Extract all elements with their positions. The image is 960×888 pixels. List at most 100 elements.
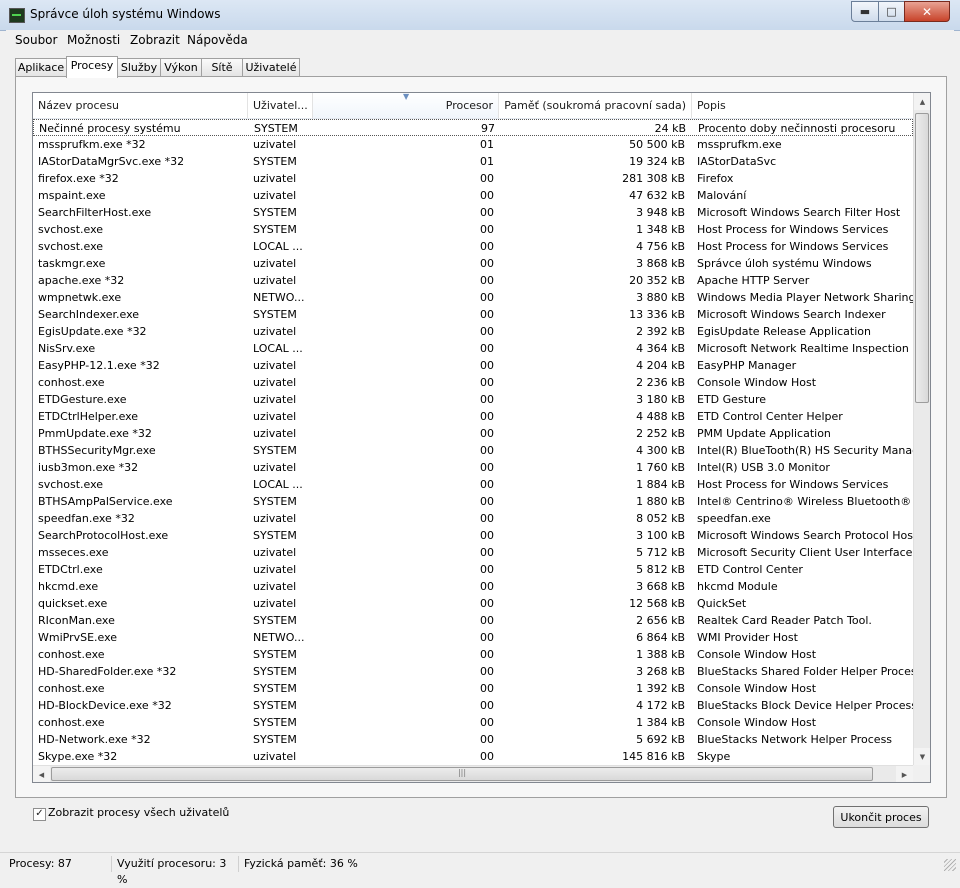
table-row[interactable]: svchost.exe SYSTEM 00 1 348 kB Host Process … <box>33 221 913 238</box>
table-row[interactable]: SearchIndexer.exe SYSTEM 00 13 336 kB Micros… <box>33 306 913 323</box>
process-user: LOCAL ... <box>253 342 303 355</box>
process-memory: 2 252 kB <box>636 427 685 440</box>
process-cpu: 01 <box>480 155 494 168</box>
table-row[interactable]: ETDGesture.exe uzivatel 00 3 180 kB ETD Gest… <box>33 391 913 408</box>
process-user: uzivatel <box>253 461 297 474</box>
process-cpu: 00 <box>480 223 494 236</box>
status-process-count: Procesy: 87 <box>6 856 112 872</box>
close-button[interactable]: ✕ <box>904 1 950 22</box>
show-all-users-checkbox[interactable]: ✓ <box>33 808 46 821</box>
process-name: svchost.exe <box>38 478 104 491</box>
process-user: LOCAL ... <box>253 478 303 491</box>
process-cpu: 00 <box>480 682 494 695</box>
process-cpu: 00 <box>480 563 494 576</box>
process-description: EasyPHP Manager <box>697 359 797 372</box>
process-cpu: 00 <box>480 716 494 729</box>
process-memory: 3 948 kB <box>636 206 685 219</box>
process-memory: 47 632 kB <box>629 189 685 202</box>
table-row[interactable]: EasyPHP-12.1.exe *32 uzivatel 00 4 204 kB Ea… <box>33 357 913 374</box>
scroll-down-icon[interactable]: ▼ <box>914 748 930 765</box>
table-row[interactable]: svchost.exe LOCAL ... 00 4 756 kB Host Proce… <box>33 238 913 255</box>
tab-services[interactable]: Služby <box>117 58 161 77</box>
process-user: uzivatel <box>253 189 297 202</box>
table-row[interactable]: SearchFilterHost.exe SYSTEM 00 3 948 kB Micr… <box>33 204 913 221</box>
tab-applications[interactable]: Aplikace <box>15 58 67 77</box>
vertical-scrollbar[interactable]: ▲ ▼ <box>913 93 930 765</box>
maximize-button[interactable]: □ <box>878 1 905 22</box>
process-memory: 5 712 kB <box>636 546 685 559</box>
tab-performance[interactable]: Výkon <box>160 58 202 77</box>
table-row[interactable]: conhost.exe SYSTEM 00 1 388 kB Console Windo… <box>33 646 913 663</box>
menu-view[interactable]: Zobrazit <box>130 33 180 47</box>
table-row[interactable]: Nečinné procesy systému SYSTEM 97 24 kB Proc… <box>33 119 913 136</box>
table-row[interactable]: RIconMan.exe SYSTEM 00 2 656 kB Realtek Card… <box>33 612 913 629</box>
table-row[interactable]: apache.exe *32 uzivatel 00 20 352 kB Apache … <box>33 272 913 289</box>
table-row[interactable]: BTHSAmpPalService.exe SYSTEM 00 1 880 kB Int… <box>33 493 913 510</box>
process-user: SYSTEM <box>254 122 298 135</box>
process-memory: 2 392 kB <box>636 325 685 338</box>
menu-file[interactable]: Soubor <box>15 33 57 47</box>
tab-users[interactable]: Uživatelé <box>242 58 300 77</box>
process-description: speedfan.exe <box>697 512 771 525</box>
show-all-users-label[interactable]: Zobrazit procesy všech uživatelů <box>48 806 229 819</box>
vertical-scroll-thumb[interactable] <box>915 113 929 403</box>
table-row[interactable]: wmpnetwk.exe NETWO... 00 3 880 kB Windows Me… <box>33 289 913 306</box>
process-description: Intel(R) USB 3.0 Monitor <box>697 461 830 474</box>
process-user: uzivatel <box>253 359 297 372</box>
process-name: conhost.exe <box>38 682 105 695</box>
process-name: mspaint.exe <box>38 189 106 202</box>
scroll-up-icon[interactable]: ▲ <box>914 93 930 110</box>
table-row[interactable]: PmmUpdate.exe *32 uzivatel 00 2 252 kB PMM U… <box>33 425 913 442</box>
tab-networking[interactable]: Sítě <box>201 58 243 77</box>
horizontal-scroll-thumb[interactable]: ||| <box>51 767 873 781</box>
table-row[interactable]: firefox.exe *32 uzivatel 00 281 308 kB Firef… <box>33 170 913 187</box>
table-row[interactable]: IAStorDataMgrSvc.exe *32 SYSTEM 01 19 324 k… <box>33 153 913 170</box>
column-cpu[interactable]: ▼ Procesor <box>313 93 499 118</box>
column-user[interactable]: Uživatel... <box>248 93 313 118</box>
process-list[interactable]: Název procesu Uživatel... ▼ Procesor Pam… <box>32 92 931 783</box>
column-description[interactable]: Popis <box>692 93 913 118</box>
table-row[interactable]: mspaint.exe uzivatel 00 47 632 kB Malování <box>33 187 913 204</box>
table-row[interactable]: NisSrv.exe LOCAL ... 00 4 364 kB Microsoft N… <box>33 340 913 357</box>
table-row[interactable]: HD-BlockDevice.exe *32 SYSTEM 00 4 172 kB Bl… <box>33 697 913 714</box>
process-cpu: 00 <box>480 172 494 185</box>
table-row[interactable]: SearchProtocolHost.exe SYSTEM 00 3 100 kB Mi… <box>33 527 913 544</box>
table-row[interactable]: taskmgr.exe uzivatel 00 3 868 kB Správce úlo… <box>33 255 913 272</box>
table-row[interactable]: conhost.exe SYSTEM 00 1 384 kB Console Windo… <box>33 714 913 731</box>
table-row[interactable]: speedfan.exe *32 uzivatel 00 8 052 kB speedf… <box>33 510 913 527</box>
scroll-right-icon[interactable]: ▶ <box>896 766 913 782</box>
table-row[interactable]: svchost.exe LOCAL ... 00 1 884 kB Host Proce… <box>33 476 913 493</box>
table-row[interactable]: HD-SharedFolder.exe *32 SYSTEM 00 3 268 kB B… <box>33 663 913 680</box>
process-name: IAStorDataMgrSvc.exe *32 <box>38 155 185 168</box>
table-row[interactable]: BTHSSecurityMgr.exe SYSTEM 00 4 300 kB Intel… <box>33 442 913 459</box>
menu-options[interactable]: Možnosti <box>67 33 120 47</box>
menu-help[interactable]: Nápověda <box>187 33 248 47</box>
table-row[interactable]: iusb3mon.exe *32 uzivatel 00 1 760 kB Intel(… <box>33 459 913 476</box>
resize-grip-icon[interactable] <box>944 859 956 871</box>
process-memory: 4 488 kB <box>636 410 685 423</box>
end-process-button[interactable]: Ukončit proces <box>833 806 929 828</box>
table-row[interactable]: conhost.exe uzivatel 00 2 236 kB Console Win… <box>33 374 913 391</box>
horizontal-scrollbar[interactable]: ◀ ||| ▶ <box>33 765 913 782</box>
process-description: Console Window Host <box>697 716 817 729</box>
table-row[interactable]: mssprufkm.exe *32 uzivatel 01 50 500 kB mssp… <box>33 136 913 153</box>
minimize-button[interactable]: ▬ <box>851 1 879 22</box>
process-user: SYSTEM <box>253 308 297 321</box>
table-row[interactable]: hkcmd.exe uzivatel 00 3 668 kB hkcmd Module <box>33 578 913 595</box>
table-row[interactable]: ETDCtrlHelper.exe uzivatel 00 4 488 kB ETD C… <box>33 408 913 425</box>
process-user: NETWO... <box>253 291 305 304</box>
scroll-left-icon[interactable]: ◀ <box>33 766 50 782</box>
table-row[interactable]: Skype.exe *32 uzivatel 00 145 816 kB Skype <box>33 748 913 765</box>
table-row[interactable]: WmiPrvSE.exe NETWO... 00 6 864 kB WMI Provid… <box>33 629 913 646</box>
table-row[interactable]: ETDCtrl.exe uzivatel 00 5 812 kB ETD Control… <box>33 561 913 578</box>
tab-processes[interactable]: Procesy <box>66 56 118 78</box>
column-name[interactable]: Název procesu <box>33 93 248 118</box>
table-row[interactable]: EgisUpdate.exe *32 uzivatel 00 2 392 kB Egis… <box>33 323 913 340</box>
table-row[interactable]: conhost.exe SYSTEM 00 1 392 kB Console Windo… <box>33 680 913 697</box>
table-row[interactable]: msseces.exe uzivatel 00 5 712 kB Microsoft S… <box>33 544 913 561</box>
table-row[interactable]: HD-Network.exe *32 SYSTEM 00 5 692 kB BlueSt… <box>33 731 913 748</box>
column-memory[interactable]: Paměť (soukromá pracovní sada) <box>499 93 692 118</box>
process-description: BlueStacks Shared Folder Helper Process <box>697 665 913 678</box>
process-user: uzivatel <box>253 597 297 610</box>
table-row[interactable]: quickset.exe uzivatel 00 12 568 kB QuickSet <box>33 595 913 612</box>
